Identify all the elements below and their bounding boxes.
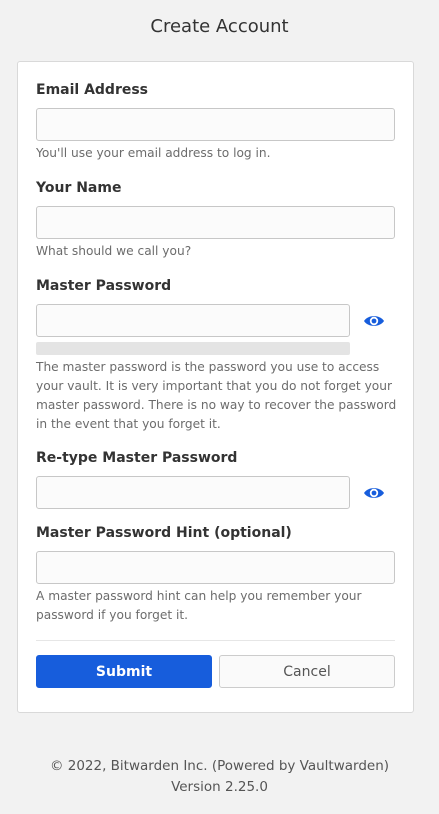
retype-password-label: Re-type Master Password [36,450,238,466]
email-field[interactable] [36,108,395,141]
footer-version: Version 2.25.0 [171,779,268,795]
master-password-label: Master Password [36,278,172,294]
hint-field[interactable] [36,551,395,584]
divider [36,640,395,641]
password-strength-meter [36,342,350,355]
master-password-help-text: The master password is the password you … [36,360,397,431]
name-help-text: What should we call you? [36,244,192,258]
hint-label: Master Password Hint (optional) [36,525,292,541]
eye-icon[interactable] [363,485,385,501]
master-password-field[interactable] [36,304,350,337]
email-label: Email Address [36,82,149,98]
eye-icon[interactable] [363,313,385,329]
email-help-text: You'll use your email address to log in. [36,146,271,160]
cancel-button[interactable]: Cancel [219,655,395,688]
footer-copyright: © 2022, Bitwarden Inc. (Powered by Vault… [49,758,390,774]
create-account-form: Email Address You'll use your email addr… [17,61,414,713]
retype-password-field[interactable] [36,476,350,509]
name-label: Your Name [36,180,122,196]
page-title: Create Account [150,16,289,37]
hint-help-text: A master password hint can help you reme… [36,589,362,622]
submit-button[interactable]: Submit [36,655,212,688]
name-field[interactable] [36,206,395,239]
